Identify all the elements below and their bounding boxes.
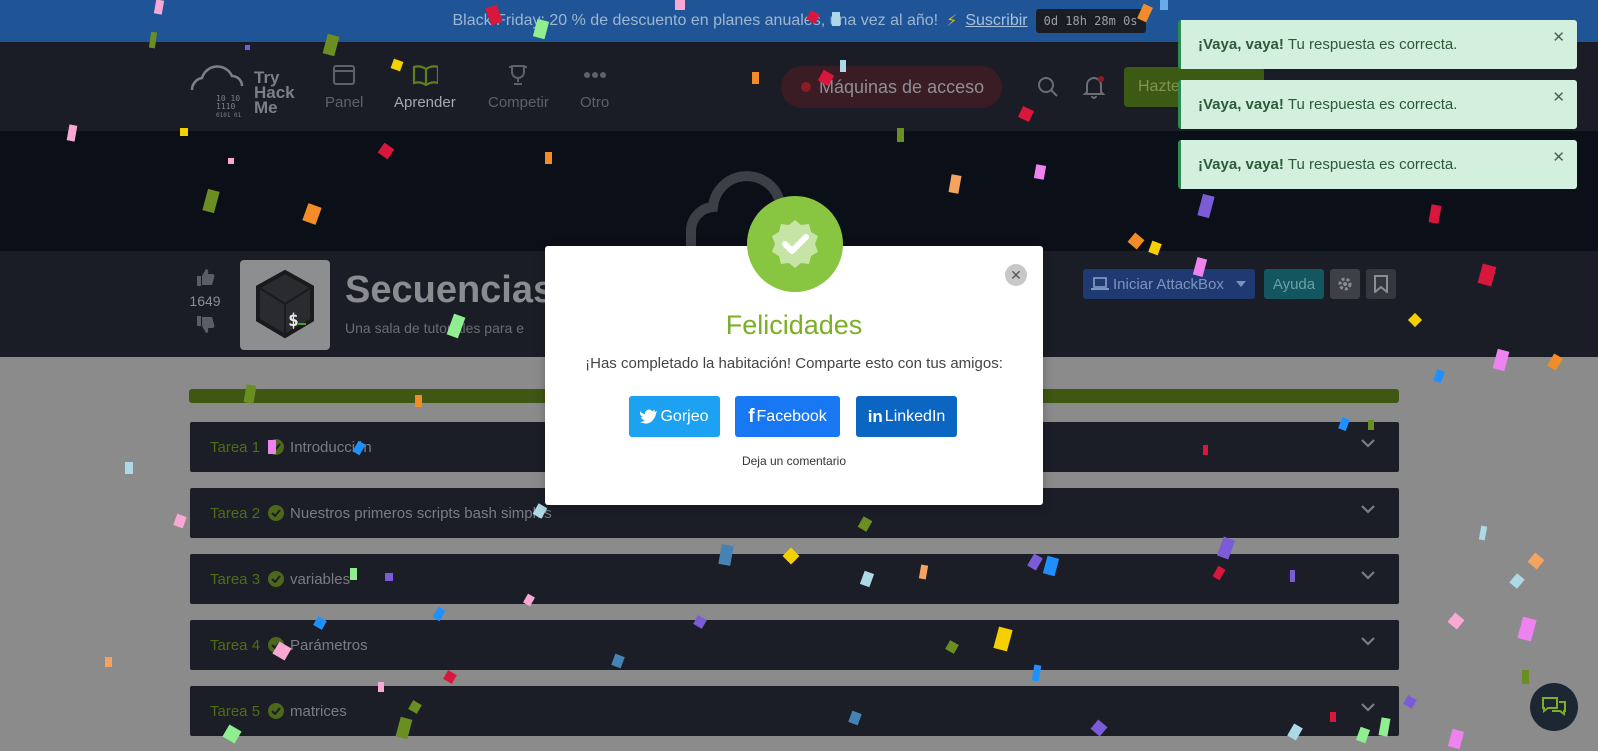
bell-icon[interactable] [1082,74,1106,105]
confetti-piece [1203,445,1208,455]
confetti-piece [245,45,250,50]
confetti-piece [385,573,393,581]
thumbs-up-icon[interactable] [195,267,215,287]
chat-icon [1542,697,1566,716]
dashboard-icon [331,62,357,88]
check-circle-icon [268,571,285,587]
bolt-icon: ⚡ [946,13,958,30]
bash-logo-icon: $ [256,269,314,339]
confetti-piece [1330,712,1336,722]
confetti-piece [545,152,552,164]
search-icon[interactable] [1037,76,1059,103]
confetti-piece [1290,570,1295,582]
confetti-piece [752,72,759,84]
chevron-down-icon [1361,637,1375,646]
check-circle-icon [268,703,285,719]
promo-text: Black Friday: 20 % de descuento en plane… [452,12,939,29]
chevron-down-icon [1361,571,1375,580]
modal-message: ¡Has completado la habitación! Comparte … [585,355,1003,372]
confetti-piece [415,395,422,407]
close-icon[interactable]: ✕ [1005,264,1027,286]
vote-count: 1649 [189,293,221,309]
nav-panel[interactable]: Panel [325,62,363,111]
confetti-piece [350,568,357,580]
confetti-piece [105,657,112,667]
bookmark-button[interactable] [1366,269,1396,299]
close-icon[interactable]: ✕ [1552,28,1565,46]
confetti-piece [1447,612,1465,630]
confetti-piece [180,128,188,136]
success-toast: ¡Vaya, vaya! Tu respuesta es correcta. ✕ [1178,20,1577,69]
vote-box: 1649 [186,267,224,335]
caret-down-icon [1235,281,1246,287]
room-title: Secuencias [345,269,555,311]
access-machines-button[interactable]: Máquinas de acceso [781,66,1002,108]
task-row[interactable]: Tarea 4 Parámetros [190,620,1399,670]
share-twitter-button[interactable]: Gorjeo [629,396,720,437]
confetti-piece [443,670,457,684]
book-icon [412,62,438,88]
logo-wordmark: Try Hack Me [254,68,295,117]
confetti-piece [125,462,133,474]
confetti-piece [1160,0,1168,10]
confetti-piece [832,12,840,26]
start-attackbox-button[interactable]: Iniciar AttackBox [1083,269,1255,299]
trophy-icon [505,62,531,88]
check-circle-icon [268,505,285,521]
svg-text:0101 01: 0101 01 [216,112,242,119]
bookmark-icon [1374,275,1388,293]
chat-button[interactable] [1530,683,1578,731]
confetti-piece [1031,664,1042,682]
laptop-icon [1091,277,1109,290]
leave-comment-link[interactable]: Deja un comentario [545,454,1043,468]
confetti-piece [1447,728,1465,750]
confetti-piece [897,128,904,142]
close-icon[interactable]: ✕ [1552,88,1565,106]
thumbs-down-icon[interactable] [195,315,215,335]
nav-aprender[interactable]: Aprender [394,62,456,111]
confetti-piece [1368,420,1374,430]
linkedin-icon: in [867,406,883,426]
nav-competir[interactable]: Competir [488,62,549,111]
svg-text:1110: 1110 [216,102,235,111]
gear-icon [1338,277,1352,291]
success-toast: ¡Vaya, vaya! Tu respuesta es correcta. ✕ [1178,140,1577,189]
task-row[interactable]: Tarea 5 matrices [190,686,1399,736]
share-linkedin-button[interactable]: in LinkedIn [856,396,957,437]
confetti-piece [840,60,846,72]
modal-title: Felicidades [725,310,863,340]
confetti-piece [675,0,685,10]
confetti-piece [1522,670,1529,684]
share-facebook-button[interactable]: f Facebook [735,396,840,437]
room-image: $ [240,260,330,350]
confetti-piece [1403,695,1417,709]
chevron-down-icon [1361,505,1375,514]
confetti-piece [173,513,187,529]
success-toast: ¡Vaya, vaya! Tu respuesta es correcta. ✕ [1178,80,1577,129]
confetti-piece [1478,525,1488,541]
help-button[interactable]: Ayuda [1264,269,1324,299]
confetti-piece [228,158,234,164]
confetti-piece [1517,616,1537,642]
confetti-piece [268,440,276,454]
success-badge-icon [747,196,843,292]
nav-otro[interactable]: Otro [580,62,609,111]
more-icon [582,62,608,88]
countdown-timer: 0d 18h 28m 0s [1035,9,1146,33]
chevron-down-icon [1361,703,1375,712]
subscribe-link[interactable]: Suscribir [965,12,1027,30]
confetti-piece [1509,573,1525,589]
close-icon[interactable]: ✕ [1552,148,1565,166]
confetti-piece [1433,368,1445,384]
confetti-piece [1527,552,1545,570]
twitter-icon [640,409,658,424]
facebook-icon: f [748,405,755,427]
settings-button[interactable] [1330,269,1360,299]
room-subtitle: Una sala de tutoriales para e [345,320,524,336]
chevron-down-icon [1361,439,1375,448]
status-dot-icon [801,82,811,92]
svg-text:$: $ [288,310,299,331]
confetti-piece [378,682,384,692]
